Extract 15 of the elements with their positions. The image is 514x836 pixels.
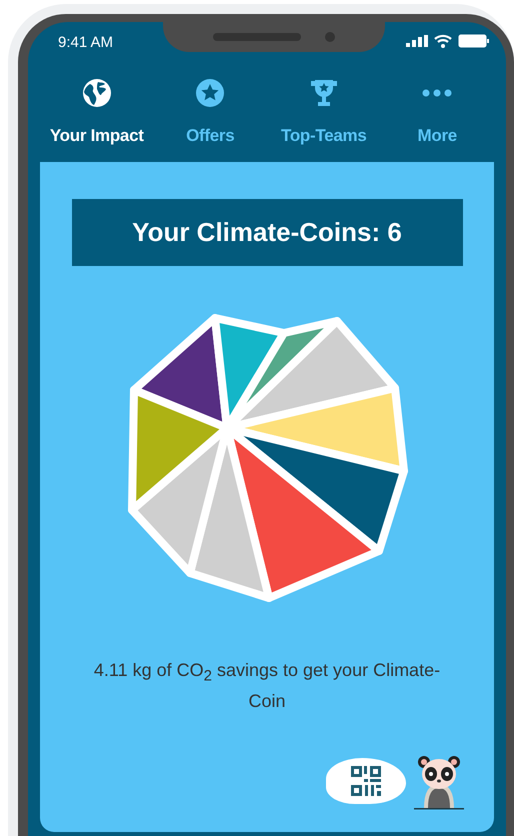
- panda-drawing: [414, 754, 464, 810]
- signal-icon: [406, 35, 428, 47]
- trophy-icon: [308, 78, 339, 108]
- nav-tab[interactable]: Offers: [154, 62, 267, 162]
- nav-tab[interactable]: Your Impact: [40, 62, 154, 162]
- nav-tab[interactable]: Top-Teams: [267, 62, 380, 162]
- globe-icon: [82, 78, 112, 108]
- nav-tab[interactable]: More: [380, 62, 494, 162]
- qr-code-icon: [351, 766, 381, 796]
- wifi-icon: [434, 34, 452, 48]
- climate-coins-title: Your Climate-Coins: 6: [72, 199, 462, 266]
- battery-icon: [458, 34, 490, 48]
- co2-savings-text: 4.11 kg of CO$_{2}$ savings to get your Climate-Coin: [92, 659, 442, 713]
- more-dots-icon: [422, 89, 452, 97]
- status-time: 9:41 AM: [58, 34, 114, 51]
